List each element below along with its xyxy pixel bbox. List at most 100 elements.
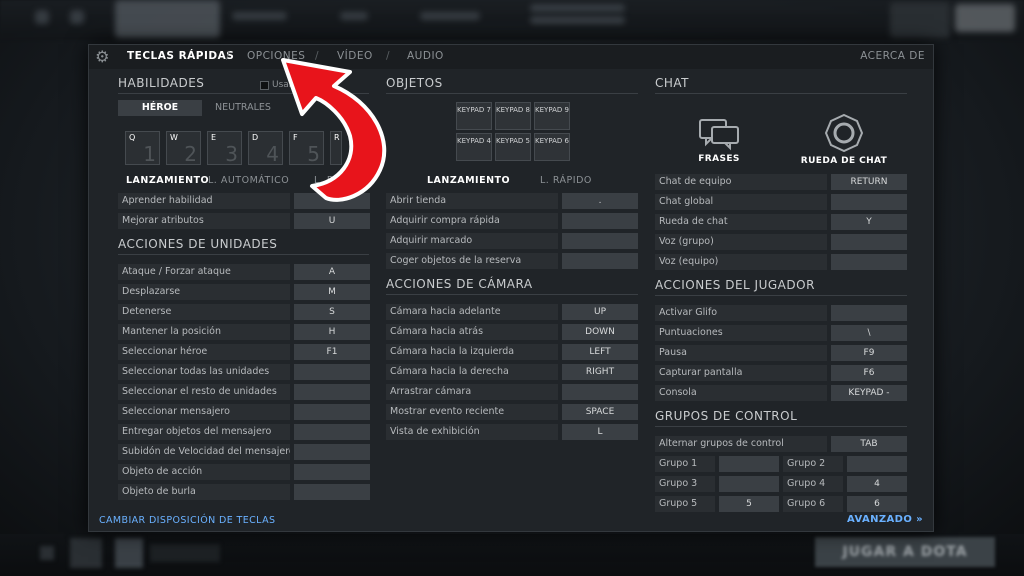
- tab-video[interactable]: VÍDEO: [337, 50, 373, 62]
- about-link[interactable]: ACERCA DE: [860, 50, 925, 62]
- item-hotkey-key[interactable]: .: [562, 193, 638, 209]
- gear-icon[interactable]: ⚙: [94, 48, 111, 65]
- ability-slot-r[interactable]: R: [330, 131, 342, 165]
- item-hotkey-key[interactable]: [562, 213, 638, 229]
- tab-neutrals[interactable]: NEUTRALES: [207, 100, 279, 116]
- play-dota-button[interactable]: JUGAR A DOTA: [815, 537, 995, 567]
- change-layout-link[interactable]: CAMBIAR DISPOSICIÓN DE TECLAS: [99, 515, 275, 526]
- chat-wheel-icon: [824, 113, 864, 153]
- chat-wheel-button[interactable]: RUEDA DE CHAT: [799, 113, 889, 166]
- unit-hotkey-label: Desplazarse: [118, 284, 290, 300]
- control-group-label: Grupo 4: [783, 476, 843, 492]
- toggle-control-groups-label: Alternar grupos de control: [655, 436, 827, 452]
- control-group-key[interactable]: [719, 456, 779, 472]
- ability-hotkey-label: Mejorar atributos: [118, 213, 290, 229]
- player-hotkey-key[interactable]: F6: [831, 365, 907, 381]
- camera-hotkey-key[interactable]: SPACE: [562, 404, 638, 420]
- unit-hotkey-key[interactable]: [294, 364, 370, 380]
- unit-hotkey-key[interactable]: [294, 424, 370, 440]
- unit-hotkey-key[interactable]: S: [294, 304, 370, 320]
- tab-cast[interactable]: LANZAMIENTO: [126, 175, 209, 186]
- camera-hotkey-label: Cámara hacia atrás: [386, 324, 558, 340]
- unit-hotkey-key[interactable]: [294, 444, 370, 460]
- camera-hotkey-key[interactable]: L: [562, 424, 638, 440]
- item-hotkey-label: Adquirir marcado: [386, 233, 558, 249]
- keypad-slot-5[interactable]: KEYPAD 5: [495, 133, 531, 161]
- camera-hotkey-key[interactable]: DOWN: [562, 324, 638, 340]
- tab-hero[interactable]: HÉROE: [118, 100, 202, 116]
- tab-quickcast[interactable]: L. R: [314, 175, 334, 186]
- unit-hotkey-key[interactable]: M: [294, 284, 370, 300]
- unit-hotkey-label: Mantener la posición: [118, 324, 290, 340]
- camera-hotkey-key[interactable]: [562, 384, 638, 400]
- tab-audio[interactable]: AUDIO: [407, 50, 444, 62]
- chat-hotkey-key[interactable]: [831, 194, 907, 210]
- chat-hotkey-key[interactable]: Y: [831, 214, 907, 230]
- control-group-key[interactable]: 4: [847, 476, 907, 492]
- unit-hotkey-key[interactable]: F1: [294, 344, 370, 360]
- camera-hotkey-key[interactable]: UP: [562, 304, 638, 320]
- keypad-slot-9[interactable]: KEYPAD 9: [534, 102, 570, 130]
- player-hotkey-key[interactable]: [831, 305, 907, 321]
- chat-hotkey-key[interactable]: [831, 234, 907, 250]
- unit-hotkey-key[interactable]: [294, 464, 370, 480]
- item-hotkey-key[interactable]: [562, 233, 638, 249]
- unit-hotkey-label: Detenerse: [118, 304, 290, 320]
- player-hotkey-key[interactable]: \: [831, 325, 907, 341]
- player-hotkey-label: Pausa: [655, 345, 827, 361]
- item-hotkey-label: Abrir tienda: [386, 193, 558, 209]
- unit-hotkey-key[interactable]: A: [294, 264, 370, 280]
- phrases-button[interactable]: FRASES: [689, 117, 749, 164]
- ability-slot-e[interactable]: E3: [207, 131, 242, 166]
- abilities-title: HABILIDADES: [118, 76, 369, 94]
- keypad-slot-6[interactable]: KEYPAD 6: [534, 133, 570, 161]
- keypad-slot-8[interactable]: KEYPAD 8: [495, 102, 531, 130]
- ability-hotkey-label: Aprender habilidad: [118, 193, 290, 209]
- ability-hotkey-key[interactable]: [294, 193, 370, 209]
- toggle-control-groups-row: Alternar grupos de control TAB: [655, 436, 907, 452]
- use-checkbox[interactable]: [260, 81, 269, 90]
- unit-hotkey-key[interactable]: [294, 384, 370, 400]
- chat-hotkey-key[interactable]: RETURN: [831, 174, 907, 190]
- control-group-key[interactable]: 6: [847, 496, 907, 512]
- chat-hotkey-label: Chat global: [655, 194, 827, 210]
- player-hotkey-label: Consola: [655, 385, 827, 401]
- unit-hotkey-key[interactable]: H: [294, 324, 370, 340]
- camera-hotkey-key[interactable]: RIGHT: [562, 364, 638, 380]
- keypad-slot-7[interactable]: KEYPAD 7: [456, 102, 492, 130]
- control-group-key[interactable]: [847, 456, 907, 472]
- tab-item-quickcast[interactable]: L. RÁPIDO: [540, 175, 592, 186]
- tab-autocast[interactable]: L. AUTOMÁTICO: [208, 175, 289, 186]
- tab-hotkeys[interactable]: TECLAS RÁPIDAS: [127, 50, 234, 62]
- chat-hotkey-label: Rueda de chat: [655, 214, 827, 230]
- hotkeys-settings-panel: ⚙ TECLAS RÁPIDAS / OPCIONES / VÍDEO / AU…: [88, 44, 934, 532]
- ability-slot-d[interactable]: D4: [248, 131, 283, 166]
- toggle-control-groups-key[interactable]: TAB: [831, 436, 907, 452]
- ability-slot-w[interactable]: W2: [166, 131, 201, 166]
- unit-hotkey-label: Ataque / Forzar ataque: [118, 264, 290, 280]
- control-group-label: Grupo 1: [655, 456, 715, 472]
- keypad-slot-4[interactable]: KEYPAD 4: [456, 133, 492, 161]
- tab-options[interactable]: OPCIONES: [247, 50, 305, 62]
- unit-hotkey-key[interactable]: [294, 484, 370, 500]
- control-group-key[interactable]: [719, 476, 779, 492]
- settings-nav: ⚙ TECLAS RÁPIDAS / OPCIONES / VÍDEO / AU…: [89, 45, 933, 69]
- advanced-link[interactable]: AVANZADO »: [847, 514, 923, 525]
- ability-slot-f[interactable]: F5: [289, 131, 324, 166]
- player-hotkey-key[interactable]: KEYPAD -: [831, 385, 907, 401]
- camera-hotkey-label: Vista de exhibición: [386, 424, 558, 440]
- control-group-key[interactable]: 5: [719, 496, 779, 512]
- unit-hotkey-key[interactable]: [294, 404, 370, 420]
- chat-bubbles-icon: [699, 119, 739, 151]
- ability-slot-q[interactable]: Q1: [125, 131, 160, 166]
- camera-hotkey-key[interactable]: LEFT: [562, 344, 638, 360]
- unit-actions-title: ACCIONES DE UNIDADES: [118, 237, 369, 255]
- tab-item-cast[interactable]: LANZAMIENTO: [427, 175, 510, 186]
- chat-hotkey-key[interactable]: [831, 254, 907, 270]
- item-hotkey-key[interactable]: [562, 253, 638, 269]
- chat-hotkey-label: Voz (grupo): [655, 234, 827, 250]
- player-hotkey-key[interactable]: F9: [831, 345, 907, 361]
- unit-hotkey-label: Seleccionar el resto de unidades: [118, 384, 290, 400]
- control-group-label: Grupo 6: [783, 496, 843, 512]
- ability-hotkey-key[interactable]: U: [294, 213, 370, 229]
